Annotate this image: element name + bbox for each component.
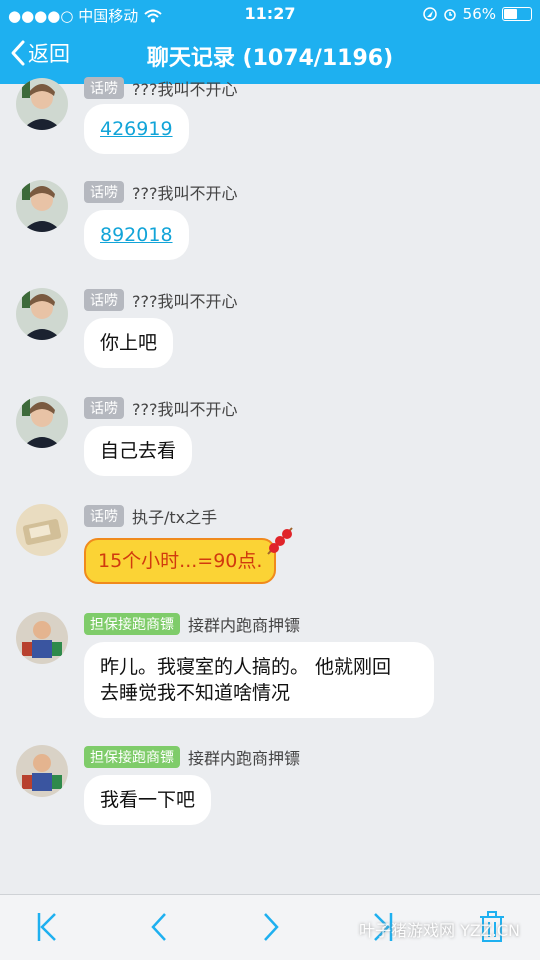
avatar[interactable] [16, 504, 68, 556]
avatar[interactable] [16, 288, 68, 340]
watermark: 叶子猪游戏网 YZZ.CN [358, 921, 520, 940]
rank-badge: 话唠 [84, 77, 124, 99]
sender-name: 执子/tx之手 [132, 508, 218, 527]
message-bubble-highlight[interactable]: 15个小时...=90点. [84, 538, 277, 584]
battery-fill [504, 9, 517, 19]
navigation-bar: 返回 聊天记录 (1074/1196) [0, 28, 540, 84]
rank-badge: 话唠 [84, 181, 124, 203]
message-bubble[interactable]: 昨儿。我寝室的人搞的。 他就刚回 去睡觉我不知道啥情况 [84, 642, 434, 718]
avatar[interactable] [16, 78, 68, 130]
avatar[interactable] [16, 612, 68, 664]
message-bubble[interactable]: 自己去看 [84, 426, 193, 476]
status-right: 56% [422, 5, 532, 23]
header: ●●●●○ 中国移动 11:27 56% 返回 聊天记录 (1074/1196) [0, 0, 540, 84]
sender-name: 接群内跑商押镖 [188, 616, 301, 635]
sender-name: ???我叫不开心 [132, 292, 238, 311]
group-badge: 担保接跑商镖 [84, 613, 180, 635]
page-title: 聊天记录 (1074/1196) [146, 46, 394, 71]
message-bubble-link[interactable]: 892018 [84, 210, 189, 260]
avatar[interactable] [16, 180, 68, 232]
rank-badge: 话唠 [84, 505, 124, 527]
rank-badge: 话唠 [84, 397, 124, 419]
previous-page-icon[interactable] [150, 911, 168, 943]
sender-name: ???我叫不开心 [132, 184, 238, 203]
message-line: 昨儿。我寝室的人搞的。 他就刚回 [100, 656, 392, 678]
group-badge: 担保接跑商镖 [84, 746, 180, 768]
alarm-icon [443, 9, 456, 21]
message-bubble-link[interactable]: 426919 [84, 104, 189, 154]
sender-name: ???我叫不开心 [132, 80, 238, 99]
avatar[interactable] [16, 745, 68, 797]
battery-percent: 56% [462, 5, 496, 23]
sender-name: ???我叫不开心 [132, 400, 238, 419]
message-bubble[interactable]: 我看一下吧 [84, 775, 212, 825]
rank-badge: 话唠 [84, 289, 124, 311]
message-line: 去睡觉我不知道啥情况 [100, 682, 291, 704]
first-page-icon[interactable] [36, 911, 58, 943]
next-page-icon[interactable] [262, 911, 280, 943]
location-icon [422, 7, 437, 21]
sender-name: 接群内跑商押镖 [188, 749, 301, 768]
avatar[interactable] [16, 396, 68, 448]
message-bubble[interactable]: 你上吧 [84, 318, 174, 368]
status-bar: ●●●●○ 中国移动 11:27 56% [0, 0, 540, 28]
candy-haws-icon [267, 527, 293, 555]
battery-icon [502, 7, 532, 21]
